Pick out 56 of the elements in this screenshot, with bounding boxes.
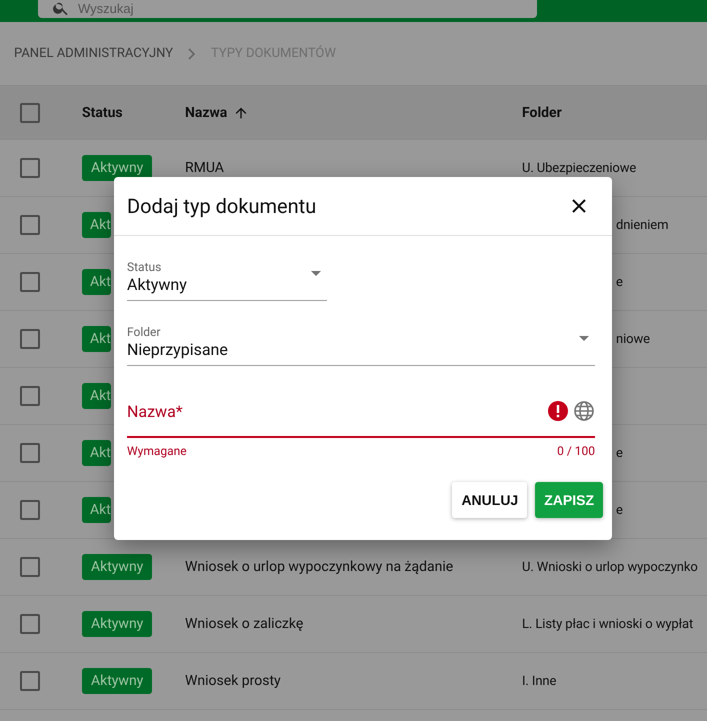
- checkbox[interactable]: [20, 329, 40, 349]
- save-button[interactable]: ZAPISZ: [535, 482, 603, 518]
- checkbox[interactable]: [20, 614, 40, 634]
- checkbox[interactable]: [20, 671, 40, 691]
- dropdown-caret-icon: [579, 336, 589, 340]
- status-badge: Aktywny: [82, 611, 152, 637]
- table-cell: U. Ubezpieczeniowe: [522, 160, 636, 176]
- table-cell: L. Listy płac i wnioski o wypłat: [522, 616, 694, 632]
- error-icon: [547, 400, 569, 422]
- table-cell: U. Wnioski o urlop wypoczynko: [522, 560, 698, 574]
- status-badge: Aktywny: [82, 668, 152, 694]
- table-cell: I. Inne: [522, 674, 556, 688]
- close-icon: [572, 199, 586, 213]
- table-cell: e: [616, 502, 623, 518]
- status-badge: Akt: [82, 497, 111, 523]
- dropdown-caret-icon: [311, 270, 321, 276]
- table-cell: Wniosek o urlop wypoczynkowy na żądanie: [185, 559, 454, 575]
- search-bar[interactable]: Wyszukaj: [38, 0, 537, 18]
- status-badge: Akt: [82, 269, 111, 295]
- breadcrumb-link[interactable]: PANEL ADMINISTRACYJNY: [14, 46, 174, 61]
- status-badge: Akt: [82, 440, 111, 466]
- table-cell: RMUA: [185, 160, 224, 176]
- checkbox[interactable]: [20, 158, 40, 178]
- checkbox[interactable]: [20, 443, 40, 463]
- column-header[interactable]: Folder: [522, 104, 562, 120]
- character-counter: 0 / 100: [557, 444, 595, 458]
- select-field[interactable]: Folder Nieprzypisane: [127, 325, 595, 366]
- helper-text: Wymagane: [127, 444, 187, 458]
- status-badge: Akt: [82, 326, 111, 352]
- search-icon: [52, 0, 70, 17]
- status-badge: Aktywny: [82, 155, 152, 181]
- checkbox[interactable]: [20, 386, 40, 406]
- table-cell: dnieniem: [616, 218, 668, 232]
- column-header[interactable]: Nazwa: [185, 104, 228, 120]
- checkbox[interactable]: [20, 272, 40, 292]
- select-field[interactable]: Status Aktywny: [127, 260, 327, 301]
- cancel-button[interactable]: ANULUJ: [452, 482, 528, 518]
- dialog-title: Dodaj typ dokumentu: [127, 194, 316, 218]
- table-cell: Wniosek o zaliczkę: [185, 616, 304, 632]
- checkbox[interactable]: [20, 102, 40, 122]
- table-cell: niowe: [616, 332, 650, 346]
- chevron-right-icon: [187, 48, 198, 60]
- close-button[interactable]: [570, 197, 588, 215]
- search-field[interactable]: Wyszukaj: [78, 0, 278, 16]
- checkbox[interactable]: [20, 215, 40, 235]
- status-badge: Akt: [82, 212, 111, 238]
- status-badge: Akt: [82, 383, 111, 409]
- table-cell: e: [616, 274, 623, 290]
- table-cell: Wniosek prosty: [185, 673, 281, 689]
- table-cell: e: [616, 446, 623, 460]
- input-field[interactable]: Nazwa*: [127, 390, 595, 438]
- column-header[interactable]: Status: [82, 104, 123, 120]
- globe-icon: [573, 400, 595, 422]
- checkbox[interactable]: [20, 557, 40, 577]
- checkbox[interactable]: [20, 500, 40, 520]
- status-badge: Aktywny: [82, 554, 152, 580]
